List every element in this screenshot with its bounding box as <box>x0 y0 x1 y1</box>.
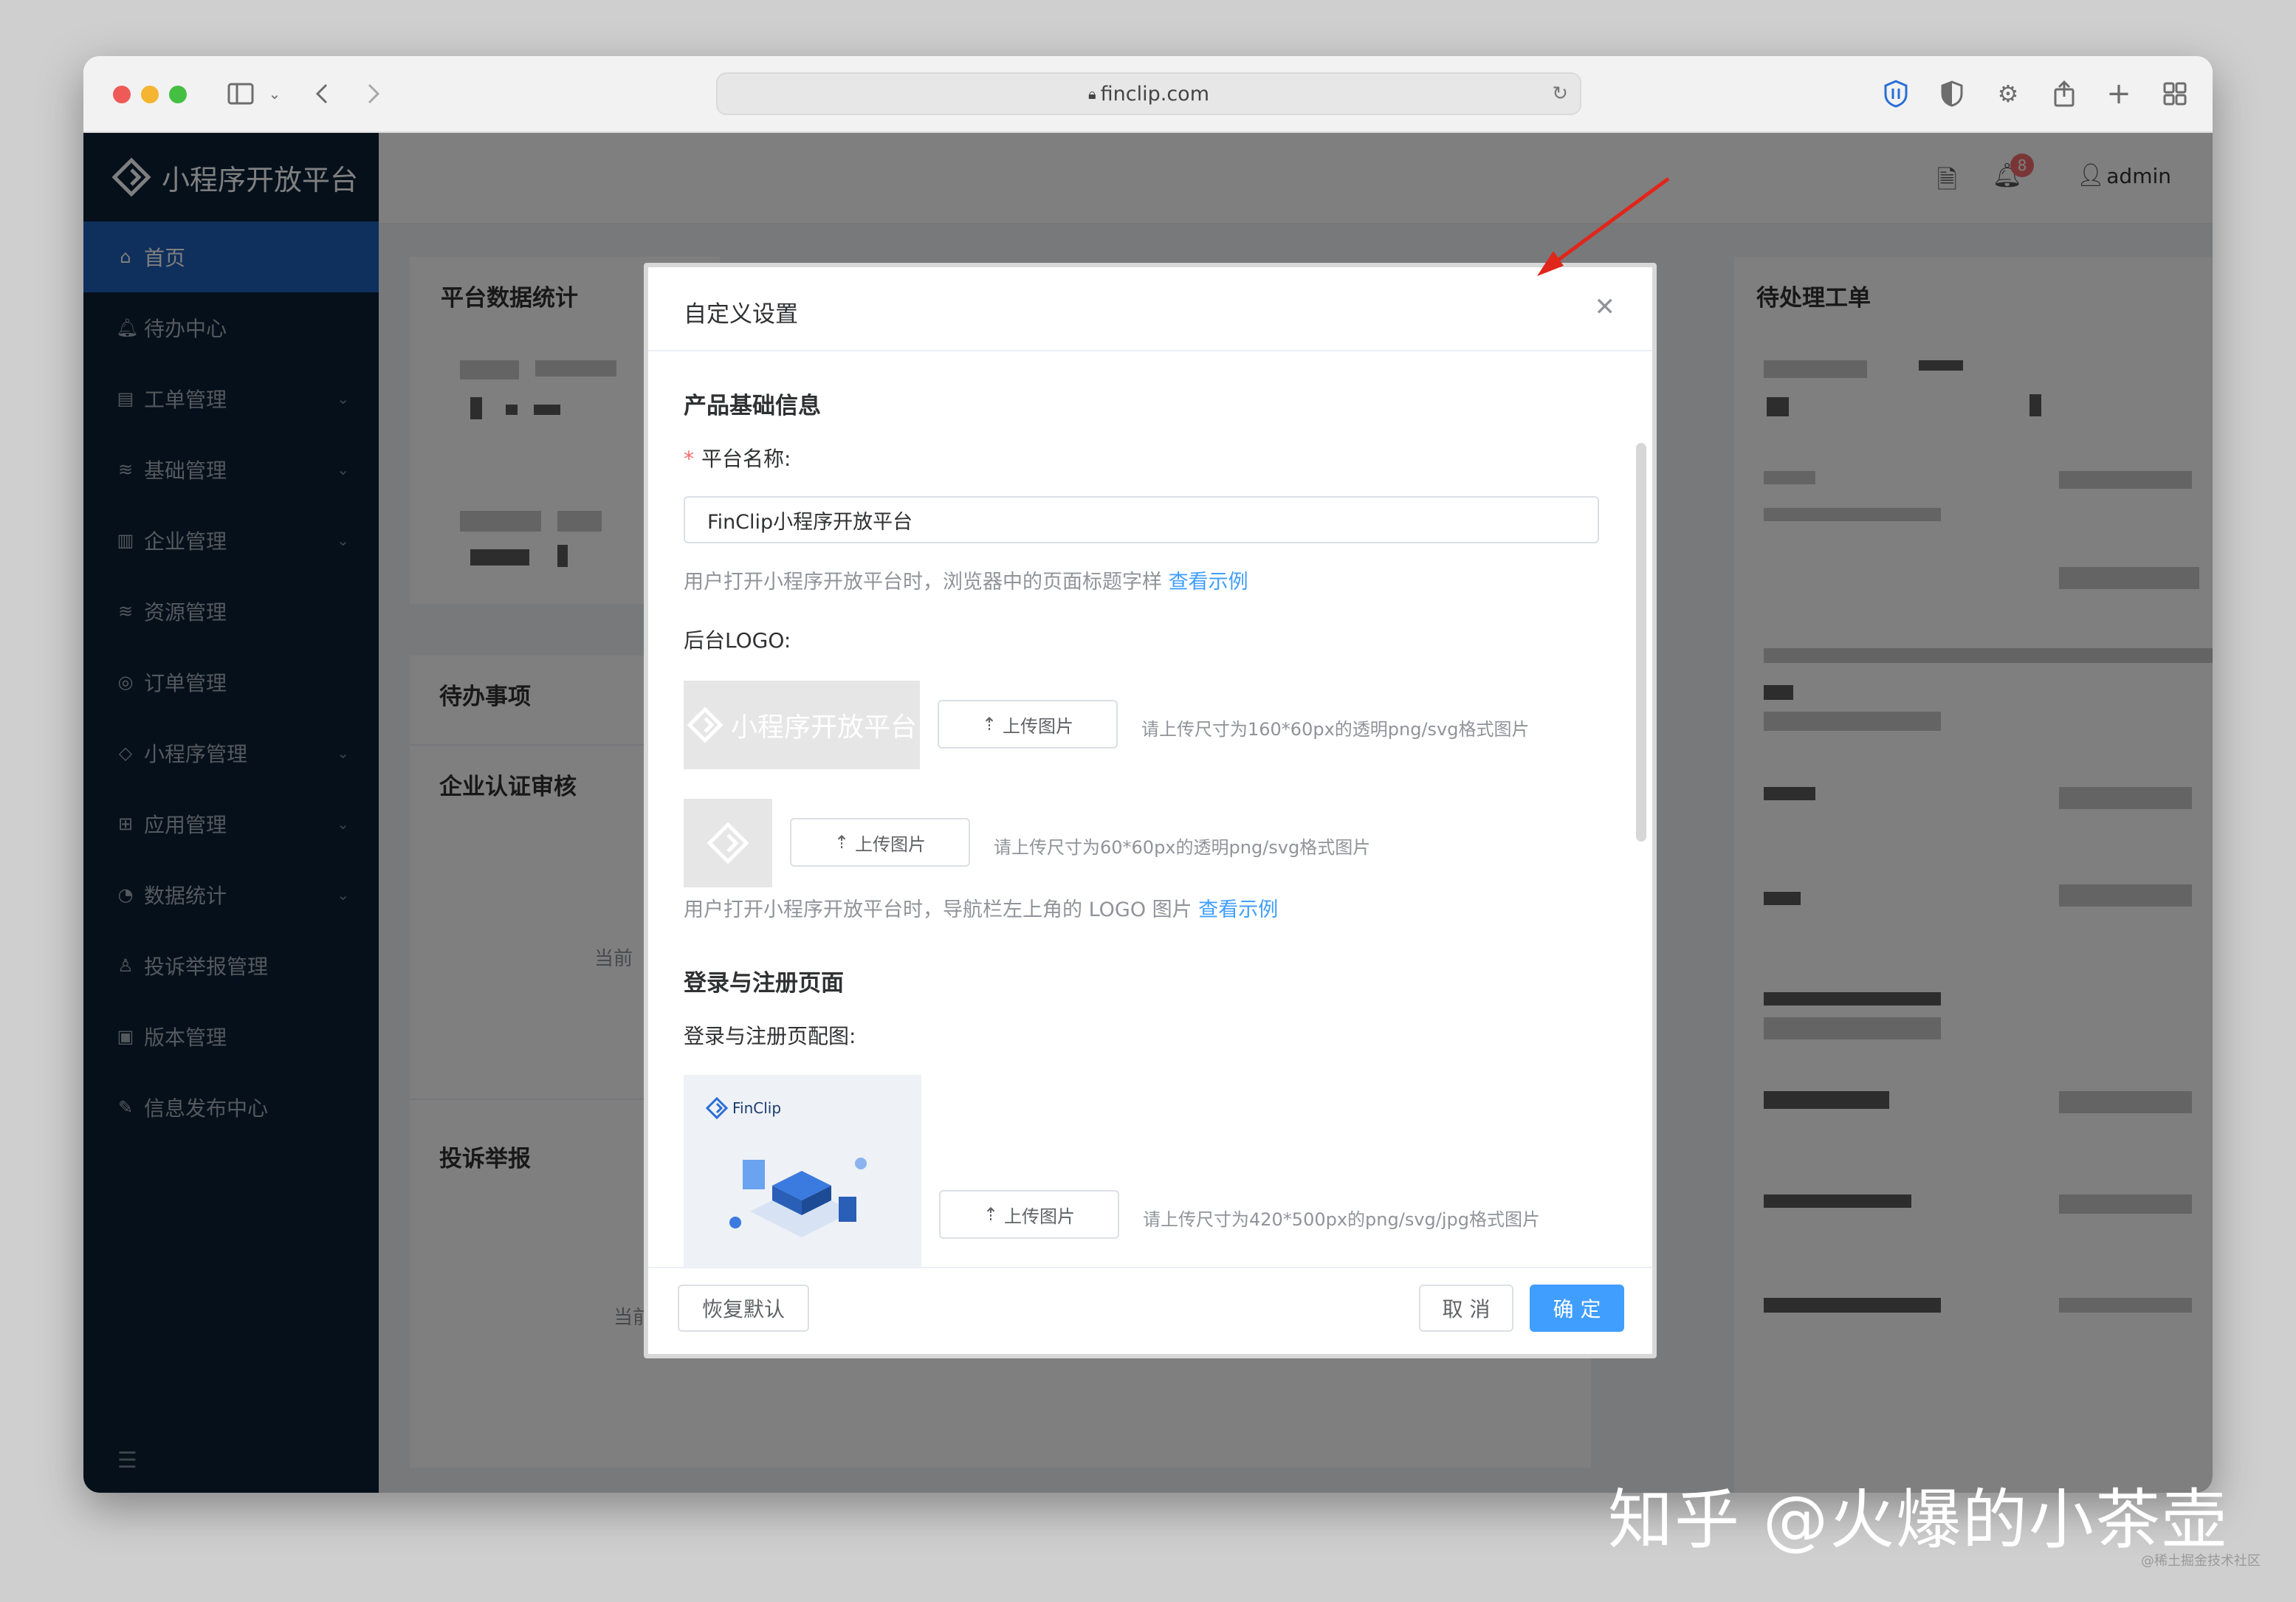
confirm-button[interactable]: 确 定 <box>1530 1285 1624 1332</box>
square-logo-hint: 请上传尺寸为60*60px的透明png/svg格式图片 <box>994 837 1371 858</box>
upload-icon: ⇡ <box>981 714 997 735</box>
upload-button-label: 上传图片 <box>1004 1206 1076 1227</box>
upload-button-label: 上传图片 <box>1003 715 1074 737</box>
upload-wide-logo-button[interactable]: ⇡ 上传图片 <box>938 700 1118 749</box>
sidebar-toggle-icon[interactable] <box>224 77 258 111</box>
wide-logo-preview: 小程序开放平台 <box>684 681 920 769</box>
upload-icon: ⇡ <box>833 832 850 853</box>
upload-login-image-button[interactable]: ⇡ 上传图片 <box>939 1190 1119 1239</box>
shield-icon[interactable] <box>1879 77 1913 111</box>
new-tab-icon[interactable]: + <box>2102 77 2136 111</box>
privacy-icon[interactable] <box>1935 77 1969 111</box>
isometric-illustration <box>729 1158 898 1296</box>
dialog-title: 自定义设置 <box>684 301 798 328</box>
tab-overview-icon[interactable] <box>2158 77 2192 111</box>
close-window-button[interactable] <box>113 86 131 103</box>
browser-titlebar: ⌄ 🔒︎ finclip.com ↻ ⚙ + <box>83 56 2213 133</box>
close-icon[interactable]: ✕ <box>1595 292 1616 322</box>
section-login-title: 登录与注册页面 <box>684 970 844 997</box>
minimize-window-button[interactable] <box>141 86 159 103</box>
reload-icon[interactable]: ↻ <box>1552 83 1568 105</box>
address-bar[interactable]: 🔒︎ finclip.com ↻ <box>716 72 1581 115</box>
wide-logo-text: 小程序开放平台 <box>730 712 917 743</box>
platform-name-hint: 用户打开小程序开放平台时，浏览器中的页面标题字样 查看示例 <box>684 565 1248 594</box>
login-image-label: 登录与注册页配图: <box>684 1024 856 1048</box>
platform-name-input[interactable]: FinClip小程序开放平台 <box>684 496 1599 543</box>
dialog-header: 自定义设置 ✕ <box>648 267 1652 351</box>
square-logo-preview <box>684 799 772 887</box>
dialog-scrollbar[interactable] <box>1636 443 1646 842</box>
login-image-preview: FinClip <box>684 1075 921 1296</box>
logo-desc-hint: 用户打开小程序开放平台时，导航栏左上角的 LOGO 图片 查看示例 <box>684 893 1278 922</box>
platform-name-hint-text: 用户打开小程序开放平台时，浏览器中的页面标题字样 <box>684 571 1162 594</box>
required-mark: * <box>684 447 694 471</box>
dialog-footer: 恢复默认 取 消 确 定 <box>648 1267 1652 1354</box>
url-text: finclip.com <box>1100 82 1209 106</box>
upload-button-label: 上传图片 <box>855 833 927 855</box>
reset-default-button[interactable]: 恢复默认 <box>678 1285 809 1332</box>
platform-name-label: * 平台名称: <box>684 443 791 472</box>
chevron-down-icon[interactable]: ⌄ <box>258 77 292 111</box>
cancel-button[interactable]: 取 消 <box>1419 1285 1513 1332</box>
logo-label: 后台LOGO: <box>684 628 791 653</box>
upload-icon: ⇡ <box>983 1204 999 1225</box>
dialog-body: 产品基础信息 * 平台名称: FinClip小程序开放平台 用户打开小程序开放平台… <box>648 351 1652 1354</box>
lock-icon: 🔒︎ <box>1088 85 1096 103</box>
logo-desc-text: 用户打开小程序开放平台时，导航栏左上角的 LOGO 图片 <box>684 898 1192 921</box>
share-icon[interactable] <box>2047 77 2081 111</box>
custom-settings-dialog: 自定义设置 ✕ 产品基础信息 * 平台名称: FinClip小程序开放平台 用户打… <box>644 263 1657 1358</box>
gear-icon[interactable]: ⚙ <box>1991 77 2025 111</box>
finclip-logo-icon <box>707 822 749 864</box>
section-basic-title: 产品基础信息 <box>684 393 821 419</box>
wide-logo-hint: 请上传尺寸为160*60px的透明png/svg格式图片 <box>1141 719 1530 740</box>
upload-square-logo-button[interactable]: ⇡ 上传图片 <box>790 818 970 867</box>
view-example-link-1[interactable]: 查看示例 <box>1169 571 1248 594</box>
watermark-small: @稀土掘金技术社区 <box>2141 1553 2261 1569</box>
login-image-hint: 请上传尺寸为420*500px的png/svg/jpg格式图片 <box>1143 1209 1540 1230</box>
watermark-text: 知乎 @火爆的小茶壶 <box>1608 1482 2228 1558</box>
view-example-link-2[interactable]: 查看示例 <box>1198 898 1278 921</box>
forward-icon[interactable] <box>357 77 391 111</box>
maximize-window-button[interactable] <box>169 86 187 103</box>
finclip-logo-icon <box>687 707 723 743</box>
back-icon[interactable] <box>305 77 339 111</box>
platform-name-label-text: 平台名称: <box>701 447 791 471</box>
